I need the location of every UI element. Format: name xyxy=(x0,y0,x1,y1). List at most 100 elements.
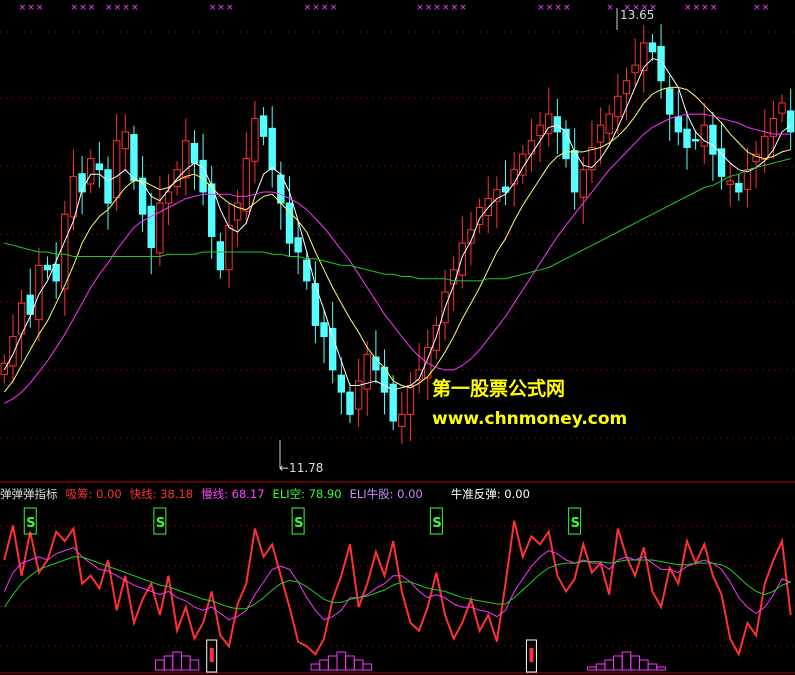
candle-body-30 xyxy=(259,115,268,137)
candle-body-38 xyxy=(328,328,337,371)
absorb-bar-1-36 xyxy=(310,663,321,671)
cross-marker-25: × xyxy=(554,3,562,13)
candle-body-69 xyxy=(596,124,605,143)
candle-body-4 xyxy=(35,264,43,321)
signal-label-3: S xyxy=(432,516,441,531)
candle-body-62 xyxy=(536,124,544,136)
candle-body-77 xyxy=(666,88,674,115)
candle-body-12 xyxy=(104,169,112,204)
chart-canvas: × × × × × × × × × × × × × × × × × × × × × × × × × × × × × × × × × × × × × × S… xyxy=(0,3,795,674)
indicator-legend: 弹弹弹指标 吸筹: 0.00 快线: 38.18 慢线: 68.17 ELI空:… xyxy=(0,486,538,502)
absorb-bar-1-41 xyxy=(353,659,364,671)
absorb-bar-0-20 xyxy=(172,651,182,671)
candle-body-59 xyxy=(510,169,518,185)
absorb-bar-0-19 xyxy=(163,655,174,671)
candle-body-14 xyxy=(121,131,129,150)
candle-body-82 xyxy=(709,124,717,155)
candle-body-34 xyxy=(294,237,302,253)
cross-marker-0: × xyxy=(19,3,27,13)
cross-marker-34: × xyxy=(701,3,709,13)
cross-marker-10: × xyxy=(209,3,217,13)
cross-marker-13: × xyxy=(304,3,312,13)
candle-body-79 xyxy=(683,128,691,148)
candle-body-64 xyxy=(553,116,562,133)
candle-body-29 xyxy=(251,118,259,162)
candle-body-90 xyxy=(778,102,786,114)
cross-marker-27: × xyxy=(606,3,614,13)
cross-marker-2: × xyxy=(36,3,44,13)
absorb-bar-2-68 xyxy=(587,666,597,671)
candle-body-11 xyxy=(95,163,104,171)
candle-body-73 xyxy=(631,64,639,74)
cross-marker-4: × xyxy=(79,3,87,13)
absorb-bar-0-18 xyxy=(155,659,165,671)
cross-marker-14: × xyxy=(312,3,320,13)
cross-marker-22: × xyxy=(459,3,467,13)
absorb-bar-2-74 xyxy=(638,659,649,671)
candle-body-35 xyxy=(303,259,311,282)
candle-body-27 xyxy=(233,202,242,221)
candle-body-85 xyxy=(735,182,743,193)
candle-body-23 xyxy=(199,159,207,193)
candle-body-15 xyxy=(130,134,138,182)
absorb-bar-2-69 xyxy=(595,663,606,671)
candle-body-47 xyxy=(406,384,415,415)
indicator-title: 弹弹弹指标 xyxy=(0,487,58,501)
candle-body-53 xyxy=(458,242,467,276)
absorb-bar-2-70 xyxy=(604,659,615,671)
legend-item-rebound: 牛准反弹: 0.00 xyxy=(450,487,530,501)
absorb-bar-2-75 xyxy=(647,663,658,671)
absorb-bar-2-71 xyxy=(613,655,623,671)
candle-body-88 xyxy=(761,135,769,160)
rebound-mark-0 xyxy=(209,648,214,662)
absorb-bar-2-73 xyxy=(630,655,640,671)
absorb-bar-2-72 xyxy=(621,651,632,671)
candle-body-1 xyxy=(9,336,17,367)
candle-body-65 xyxy=(562,128,570,160)
candle-body-70 xyxy=(605,113,613,134)
signal-label-0: S xyxy=(26,516,35,531)
cross-marker-21: × xyxy=(451,3,459,13)
candle-body-61 xyxy=(527,140,536,155)
cross-marker-19: × xyxy=(433,3,441,13)
indicator-bars xyxy=(155,651,666,671)
cross-marker-23: × xyxy=(537,3,545,13)
chart-stage: × × × × × × × × × × × × × × × × × × × × × × × × × × × × × × × × × × × × × × S… xyxy=(0,0,795,675)
ma-line-ma20 xyxy=(4,113,791,404)
candle-body-78 xyxy=(674,116,683,133)
cross-marker-37: × xyxy=(762,3,770,13)
cross-marker-3: × xyxy=(70,3,78,13)
candle-body-37 xyxy=(320,322,328,338)
candle-body-28 xyxy=(242,158,250,212)
absorb-bar-0-22 xyxy=(189,659,200,671)
cross-marker-33: × xyxy=(693,3,701,13)
candle-body-36 xyxy=(311,283,320,326)
absorb-bar-2-76 xyxy=(656,666,666,671)
indicator-lines xyxy=(3,520,792,657)
cross-marker-35: × xyxy=(710,3,718,13)
cross-marker-11: × xyxy=(217,3,225,13)
cross-marker-6: × xyxy=(105,3,113,13)
absorb-bar-1-42 xyxy=(362,663,373,671)
watermark-title: 第一股票公式网 xyxy=(432,378,566,400)
absorb-bar-1-37 xyxy=(319,659,329,671)
absorb-bar-1-39 xyxy=(336,651,347,671)
candle-body-84 xyxy=(726,180,734,185)
candle-body-86 xyxy=(743,169,752,190)
candle-body-72 xyxy=(622,80,631,95)
absorb-bar-1-38 xyxy=(327,655,338,671)
candle-body-80 xyxy=(691,138,700,142)
cross-marker-17: × xyxy=(416,3,424,13)
cross-marker-26: × xyxy=(563,3,571,13)
cross-marker-5: × xyxy=(88,3,96,13)
watermark-url: www.chnmoney.com xyxy=(432,409,628,429)
candle-body-31 xyxy=(268,127,276,171)
rebound-mark-1 xyxy=(529,648,534,662)
candle-body-67 xyxy=(579,169,587,198)
candle-body-5 xyxy=(43,264,52,271)
cross-marker-20: × xyxy=(442,3,450,13)
signal-label-2: S xyxy=(294,516,303,531)
legend-item-eli-bull: ELI牛股: 0.00 xyxy=(349,487,423,501)
legend-item-slow-line: 慢线: 68.17 xyxy=(201,487,265,501)
absorb-bar-0-21 xyxy=(180,655,191,671)
